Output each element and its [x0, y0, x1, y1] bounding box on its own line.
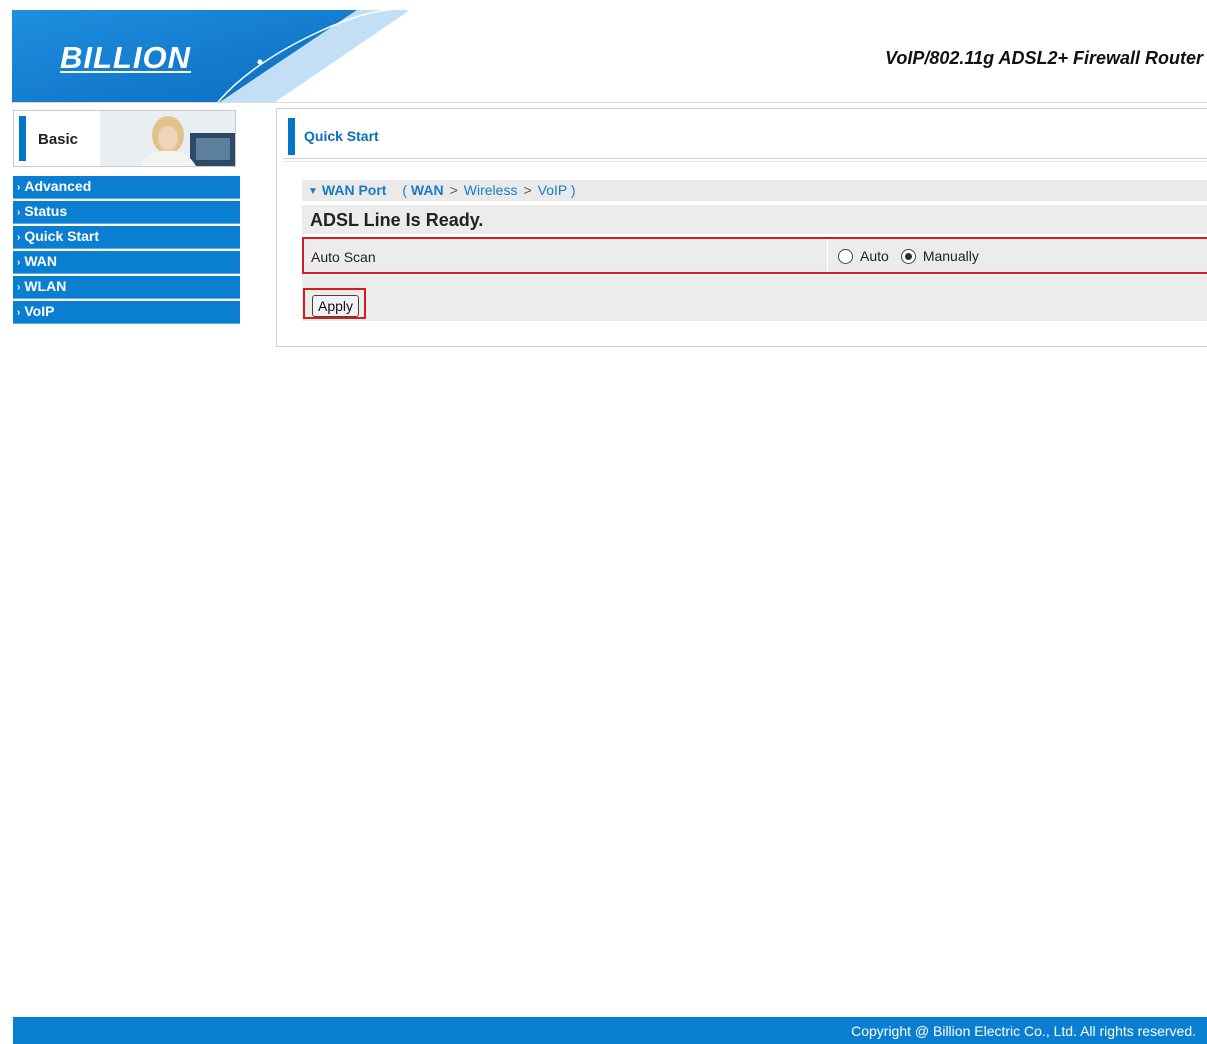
sidebar-item-label: VoIP: [24, 303, 55, 319]
adsl-status-text: ADSL Line Is Ready.: [310, 210, 484, 230]
breadcrumb-close-paren: ): [570, 182, 576, 198]
basic-panel[interactable]: Basic: [13, 110, 236, 167]
woman-photo: [100, 111, 235, 166]
page-title: Quick Start: [304, 128, 379, 144]
auto-scan-radio-group: Auto Manually: [838, 248, 991, 264]
breadcrumb-step-voip: VoIP: [537, 182, 567, 198]
sidebar-nav: › Advanced › Status › Quick Start › WAN › WLA…: [13, 176, 240, 324]
sidebar-item-quick-start[interactable]: › Quick Start: [13, 226, 240, 249]
bullet-icon: ›: [17, 232, 21, 243]
apply-button[interactable]: Apply: [312, 295, 360, 317]
sidebar-item-advanced[interactable]: › Advanced: [13, 176, 240, 199]
bullet-icon: ›: [17, 282, 21, 293]
sidebar-item-label: Advanced: [24, 178, 92, 194]
breadcrumb-step-wireless: Wireless: [463, 182, 518, 198]
bullet-icon: ›: [17, 182, 21, 193]
basic-accent-bar: [19, 116, 26, 161]
auto-radio[interactable]: [838, 248, 853, 264]
column-divider: [827, 239, 828, 272]
bullet-icon: ›: [17, 307, 21, 318]
product-title: VoIP/802.11g ADSL2+ Firewall Router: [885, 48, 1203, 68]
manually-radio[interactable]: [900, 248, 916, 264]
auto-scan-row: Auto Scan Auto Manually: [302, 237, 1207, 274]
breadcrumb-open-paren: (: [402, 182, 408, 198]
sidebar-item-label: WAN: [24, 253, 58, 269]
sidebar-item-label: WLAN: [24, 278, 67, 294]
sidebar-item-voip[interactable]: › VoIP: [13, 301, 240, 324]
billion-logo: BILLION: [60, 40, 191, 75]
section-divider-secondary: [283, 161, 1207, 162]
copyright-text: Copyright @ Billion Electric Co., Ltd. A…: [851, 1023, 1196, 1039]
breadcrumb: ▼ WAN Port ( WAN > Wireless > VoIP ): [302, 180, 1207, 201]
auto-radio-label[interactable]: Auto: [860, 248, 889, 264]
sidebar-item-wlan[interactable]: › WLAN: [13, 276, 240, 299]
breadcrumb-step-wan: WAN: [410, 182, 444, 198]
section-divider: [283, 158, 1207, 159]
main-panel: Quick Start ▼ WAN Port ( WAN > Wireless > VoI…: [276, 108, 1207, 347]
footer: Copyright @ Billion Electric Co., Ltd. A…: [13, 1017, 1207, 1044]
triangle-down-icon: ▼: [308, 186, 318, 197]
breadcrumb-separator: >: [523, 182, 532, 198]
apply-row: Apply: [302, 275, 1207, 321]
basic-label: Basic: [38, 131, 79, 148]
manually-radio-label[interactable]: Manually: [923, 248, 979, 264]
bullet-icon: ›: [17, 257, 21, 268]
status-row: ADSL Line Is Ready.: [302, 205, 1207, 234]
breadcrumb-separator: >: [449, 182, 458, 198]
router-admin-page: BILLION VoIP/802.11g ADSL2+ Firewall Rou…: [0, 0, 1207, 1044]
breadcrumb-current: WAN Port: [321, 182, 387, 198]
section-accent-bar: [288, 118, 295, 155]
bullet-icon: ›: [17, 207, 21, 218]
sidebar-item-status[interactable]: › Status: [13, 201, 240, 224]
sidebar-item-label: Quick Start: [24, 228, 100, 244]
sidebar-item-label: Status: [24, 203, 68, 219]
sidebar: Basic › Advanced › Status › Quick Start › WA…: [13, 110, 240, 326]
header: BILLION VoIP/802.11g ADSL2+ Firewall Rou…: [12, 10, 1207, 102]
sidebar-item-wan[interactable]: › WAN: [13, 251, 240, 274]
header-divider: [12, 102, 1207, 103]
auto-scan-label: Auto Scan: [311, 249, 376, 265]
